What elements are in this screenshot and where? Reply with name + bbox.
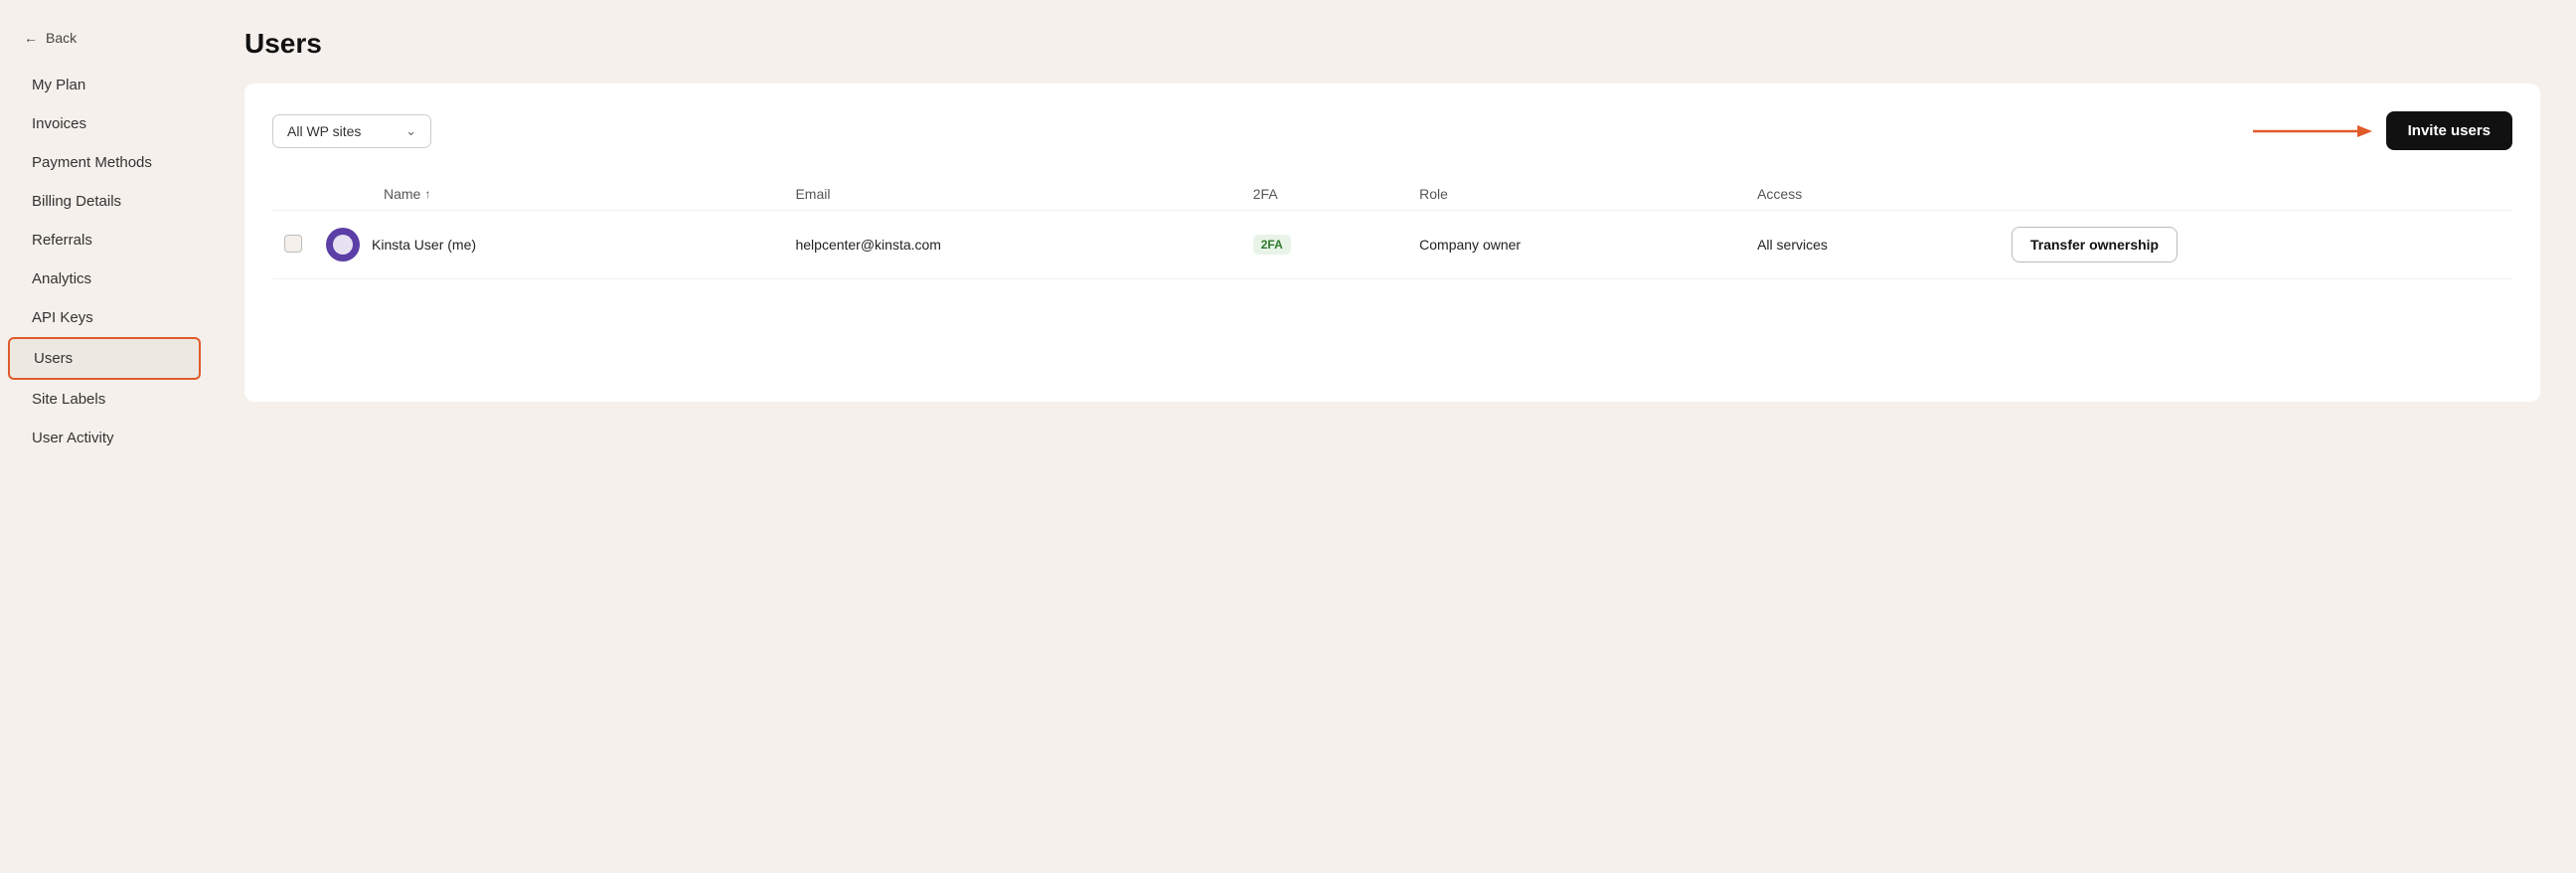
row-checkbox[interactable] [284, 235, 302, 253]
sidebar-item-billing-details[interactable]: Billing Details [8, 182, 201, 221]
row-access-cell: All services [1745, 211, 2000, 279]
sidebar-item-my-plan[interactable]: My Plan [8, 66, 201, 104]
red-arrow [2253, 119, 2372, 143]
sidebar: ← Back My Plan Invoices Payment Methods … [0, 0, 209, 873]
site-filter-select[interactable]: All WP sites ⌄ [272, 114, 431, 148]
back-label: Back [46, 30, 77, 46]
col-email: Email [783, 178, 1240, 211]
chevron-down-icon: ⌄ [405, 123, 416, 139]
content-card: All WP sites ⌄ Invite users [244, 84, 2540, 402]
col-access: Access [1745, 178, 2000, 211]
row-checkbox-cell [272, 211, 314, 279]
col-2fa: 2FA [1241, 178, 1407, 211]
transfer-ownership-button[interactable]: Transfer ownership [2012, 227, 2177, 262]
user-name: Kinsta User (me) [372, 237, 476, 253]
row-2fa-cell: 2FA [1241, 211, 1407, 279]
avatar-inner [333, 235, 353, 255]
sidebar-item-referrals[interactable]: Referrals [8, 221, 201, 260]
sort-asc-icon: ↑ [424, 187, 430, 201]
users-table: Name ↑ Email 2FA Role Access [272, 178, 2512, 279]
sidebar-item-payment-methods[interactable]: Payment Methods [8, 143, 201, 182]
row-email-cell: helpcenter@kinsta.com [783, 211, 1240, 279]
row-action-cell: Transfer ownership [2000, 211, 2512, 279]
table-header-row: Name ↑ Email 2FA Role Access [272, 178, 2512, 211]
site-filter-value: All WP sites [287, 123, 361, 139]
sidebar-item-user-activity[interactable]: User Activity [8, 419, 201, 457]
page-title: Users [244, 28, 2540, 60]
back-arrow-icon: ← [24, 30, 38, 46]
col-action [2000, 178, 2512, 211]
sidebar-item-analytics[interactable]: Analytics [8, 260, 201, 298]
sidebar-item-api-keys[interactable]: API Keys [8, 298, 201, 337]
table-row: Kinsta User (me) helpcenter@kinsta.com 2… [272, 211, 2512, 279]
row-role-cell: Company owner [1407, 211, 1745, 279]
main-content: Users All WP sites ⌄ Invite users [209, 0, 2576, 873]
sidebar-item-users[interactable]: Users [8, 337, 201, 380]
sidebar-item-invoices[interactable]: Invoices [8, 104, 201, 143]
2fa-badge: 2FA [1253, 235, 1291, 255]
invite-users-button[interactable]: Invite users [2386, 111, 2512, 150]
top-bar: All WP sites ⌄ Invite users [272, 111, 2512, 150]
col-name: Name ↑ [314, 178, 783, 211]
invite-area: Invite users [2253, 111, 2512, 150]
back-button[interactable]: ← Back [0, 20, 209, 66]
row-name-cell: Kinsta User (me) [314, 211, 783, 279]
sidebar-item-site-labels[interactable]: Site Labels [8, 380, 201, 419]
arrow-svg [2253, 119, 2372, 143]
avatar [326, 228, 360, 262]
col-checkbox [272, 178, 314, 211]
col-role: Role [1407, 178, 1745, 211]
sidebar-nav: My Plan Invoices Payment Methods Billing… [0, 66, 209, 457]
